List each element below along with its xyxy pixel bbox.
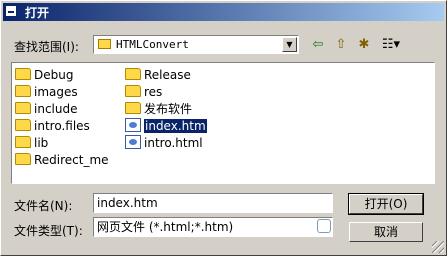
list-item[interactable]: images xyxy=(15,84,78,101)
look-in-combo[interactable]: HTMLConvert ▼ xyxy=(93,35,299,54)
html-file-icon xyxy=(125,135,141,149)
folder-icon xyxy=(15,136,31,148)
list-item[interactable]: include xyxy=(15,101,77,118)
dialog-title: 打开 xyxy=(25,6,50,20)
folder-icon xyxy=(15,119,31,131)
chevron-down-icon[interactable]: ▼ xyxy=(282,37,297,52)
filetype-label: 文件类型(T): xyxy=(14,224,83,238)
up-folder-icon[interactable]: ⇧ xyxy=(330,35,352,55)
list-item-selected[interactable]: index.htm xyxy=(125,118,208,135)
folder-icon xyxy=(125,102,141,114)
system-menu-icon[interactable] xyxy=(5,5,17,17)
open-dialog: 打开 查找范围(I): HTMLConvert ▼ ⇦ ⇧ ✱ ☷▾ Debug… xyxy=(0,0,447,256)
folder-icon xyxy=(15,68,31,80)
resize-grip-icon[interactable] xyxy=(432,241,444,253)
list-item[interactable]: lib xyxy=(15,135,48,152)
views-menu-icon[interactable]: ☷▾ xyxy=(377,35,405,55)
look-in-label: 查找范围(I): xyxy=(14,40,79,54)
html-file-icon xyxy=(125,118,141,132)
folder-icon xyxy=(125,85,141,97)
look-in-value: HTMLConvert xyxy=(116,38,189,51)
cancel-button[interactable]: 取消 xyxy=(349,222,423,242)
folder-icon xyxy=(15,153,31,165)
list-item[interactable]: 发布软件 xyxy=(125,101,192,118)
filename-input[interactable]: index.htm xyxy=(93,193,333,213)
file-list[interactable]: Debug images include intro.files lib Red… xyxy=(11,62,435,184)
folder-icon xyxy=(15,85,31,97)
dropdown-button[interactable] xyxy=(317,219,331,233)
list-item[interactable]: intro.files xyxy=(15,118,90,135)
folder-icon xyxy=(15,102,31,114)
folder-icon xyxy=(125,68,141,80)
new-folder-icon[interactable]: ✱ xyxy=(353,35,375,55)
folder-icon xyxy=(98,39,111,49)
list-item[interactable]: Debug xyxy=(15,67,73,84)
list-item[interactable]: Release xyxy=(125,67,191,84)
filename-label: 文件名(N): xyxy=(14,199,73,213)
list-item[interactable]: res xyxy=(125,84,162,101)
title-bar: 打开 xyxy=(3,3,444,21)
back-icon[interactable]: ⇦ xyxy=(307,35,329,55)
list-item[interactable]: Redirect_me xyxy=(15,152,109,169)
open-button[interactable]: 打开(O) xyxy=(348,193,424,215)
filetype-select[interactable]: 网页文件 (*.html;*.htm) xyxy=(93,217,333,237)
list-item[interactable]: intro.html xyxy=(125,135,203,152)
